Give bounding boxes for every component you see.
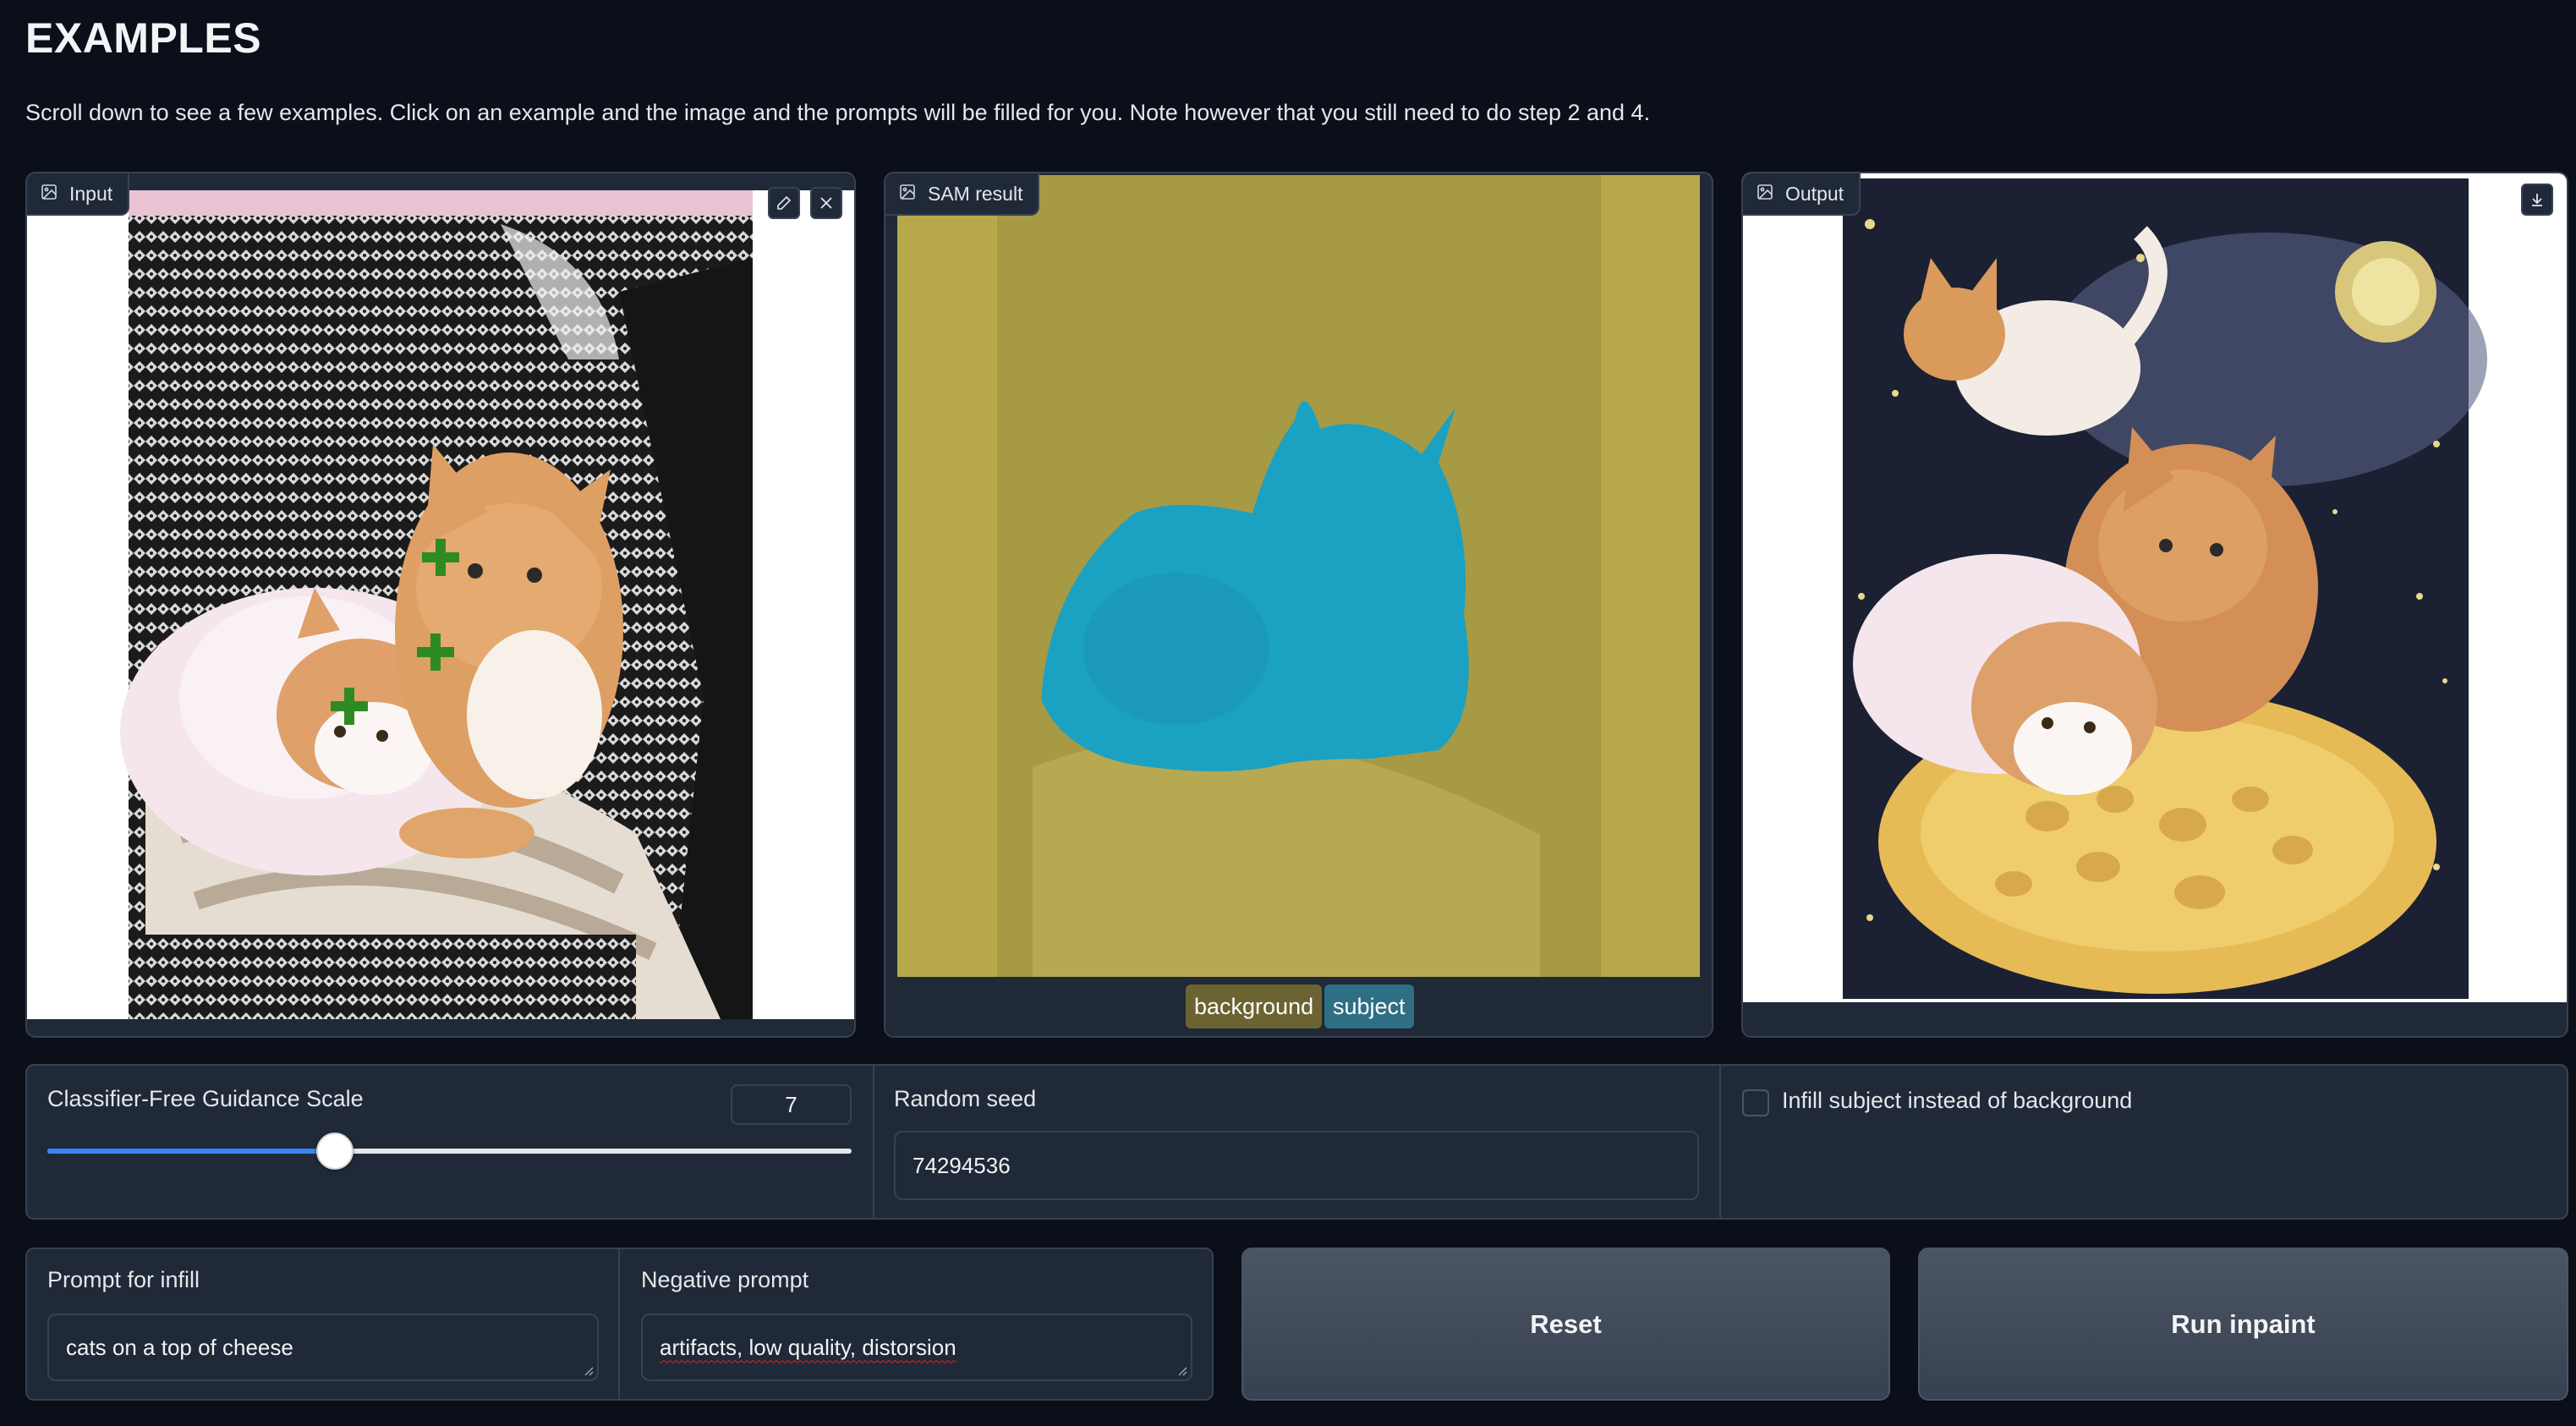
output-image-panel: Output — [1741, 172, 2568, 1038]
negative-prompt-label: Negative prompt — [641, 1267, 809, 1292]
page-title: EXAMPLES — [25, 14, 262, 62]
infill-subject-label: Infill subject instead of background — [1782, 1088, 2133, 1113]
image-icon — [899, 183, 916, 206]
input-image[interactable] — [27, 190, 854, 1019]
resize-grip-icon[interactable] — [582, 1364, 594, 1376]
run-inpaint-button[interactable]: Run inpaint — [1918, 1248, 2568, 1401]
output-image — [1743, 173, 2567, 1002]
page-description: Scroll down to see a few examples. Click… — [25, 100, 1651, 125]
infill-prompt-textarea[interactable]: cats on a top of cheese — [47, 1314, 599, 1381]
output-panel-label: Output — [1743, 173, 1861, 216]
slider-thumb[interactable] — [315, 1133, 354, 1170]
download-icon[interactable] — [2521, 184, 2553, 216]
legend-tag-background: background — [1186, 984, 1323, 1028]
sam-panel-label: SAM result — [885, 173, 1040, 216]
controls-divider — [873, 1066, 874, 1218]
cfg-scale-label: Classifier-Free Guidance Scale — [47, 1086, 364, 1111]
input-image-panel[interactable]: Input — [25, 172, 856, 1038]
legend-tag-subject: subject — [1324, 984, 1414, 1028]
image-icon — [41, 183, 58, 206]
negative-prompt-textarea[interactable]: artifacts, low quality, distorsion — [641, 1314, 1192, 1381]
infill-subject-checkbox[interactable] — [1742, 1089, 1769, 1116]
segmentation-mask — [997, 175, 1601, 977]
cfg-scale-slider[interactable] — [47, 1133, 852, 1170]
controls-divider — [1719, 1066, 1721, 1218]
output-painting-cats-on-cheese — [1843, 178, 2487, 999]
edit-icon[interactable] — [768, 187, 800, 219]
cfg-scale-number-input[interactable]: 7 — [731, 1084, 852, 1125]
input-panel-label: Input — [27, 173, 130, 216]
sam-result-panel: SAM result background subject — [884, 172, 1713, 1038]
slider-fill — [47, 1149, 335, 1154]
prompts-divider — [618, 1249, 620, 1399]
random-seed-label: Random seed — [894, 1086, 1037, 1111]
infill-prompt-label: Prompt for infill — [47, 1267, 200, 1292]
random-seed-input[interactable]: 74294536 — [894, 1131, 1699, 1200]
input-photo-cats — [120, 190, 753, 1019]
sam-mask-image — [897, 175, 1700, 977]
resize-grip-icon[interactable] — [1176, 1364, 1187, 1376]
close-icon[interactable] — [810, 187, 842, 219]
image-icon — [1757, 183, 1773, 206]
reset-button[interactable]: Reset — [1241, 1248, 1890, 1401]
